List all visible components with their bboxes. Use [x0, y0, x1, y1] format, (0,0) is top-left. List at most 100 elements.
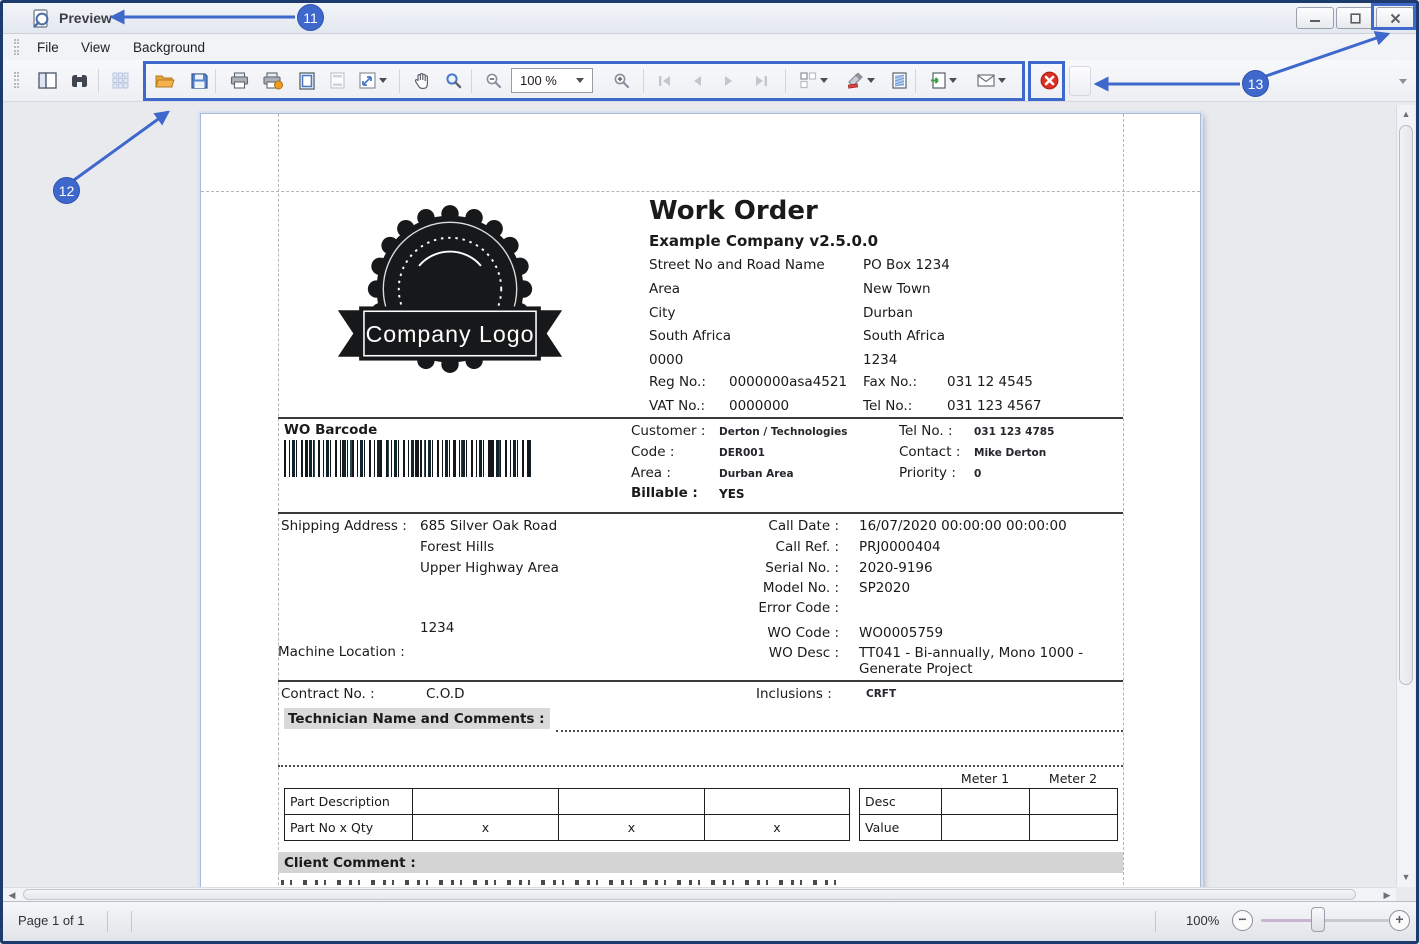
toolbar-overflow-button[interactable]	[1395, 66, 1411, 96]
parts-cell: Part No x Qty	[284, 814, 413, 841]
watermark-button[interactable]	[885, 64, 913, 97]
shipping-line1: 685 Silver Oak Road	[420, 518, 558, 534]
page-setup-button[interactable]	[293, 64, 321, 97]
wo-desc-value2: Generate Project	[859, 661, 973, 677]
menu-view[interactable]: View	[75, 38, 116, 57]
code-label: Code :	[631, 444, 675, 460]
zoom-combo-caret[interactable]	[576, 78, 584, 83]
statusbar-separator	[107, 911, 108, 932]
preview-canvas[interactable]: Company Logo Work Order Example Company …	[3, 102, 1416, 901]
quick-print-button[interactable]	[259, 64, 287, 97]
export-document-button[interactable]	[921, 64, 965, 97]
zoom-out-status-button[interactable]: −	[1232, 910, 1253, 931]
zoom-combobox[interactable]	[511, 68, 593, 93]
email-dropdown-caret[interactable]	[997, 78, 1006, 83]
close-preview-button[interactable]	[1035, 64, 1063, 97]
toolbar-separator	[785, 69, 786, 93]
page-color-caret[interactable]	[866, 78, 875, 83]
scale-button[interactable]	[353, 64, 393, 97]
zoom-in-status-button[interactable]: +	[1389, 910, 1410, 931]
clipped-text-line	[281, 880, 846, 885]
zoom-out-button[interactable]	[479, 64, 507, 97]
contact-label: Contact :	[899, 444, 961, 460]
area-value: Durban Area	[719, 468, 794, 480]
reg-value: 0000000asa4521	[729, 374, 848, 390]
menu-file[interactable]: File	[31, 38, 65, 57]
export-dropdown-caret[interactable]	[948, 78, 957, 83]
doc-company: Example Company v2.5.0.0	[649, 232, 879, 250]
meter-cell	[941, 814, 1030, 841]
company-logo: Company Logo	[334, 202, 566, 378]
left-margin-guide	[278, 114, 279, 890]
horizontal-scroll-thumb[interactable]	[23, 889, 1356, 900]
shipping-line3: Upper Highway Area	[420, 560, 559, 576]
inclusions-label: Inclusions :	[756, 686, 832, 702]
vat-value: 0000000	[729, 398, 790, 414]
toolbar-separator	[399, 69, 400, 93]
zoom-percentage: 100%	[1186, 913, 1220, 928]
contact-value: Mike Derton	[974, 447, 1047, 459]
close-window-button[interactable]	[1376, 7, 1414, 29]
zoom-input[interactable]	[512, 72, 570, 89]
search-button[interactable]	[65, 64, 93, 97]
minimize-button[interactable]	[1296, 7, 1334, 29]
call-date-value: 16/07/2020 00:00:00 00:00:00	[859, 518, 1067, 534]
machine-location-label: Machine Location :	[278, 644, 405, 660]
zoom-slider-thumb[interactable]	[1311, 907, 1325, 932]
annotation-callout-12: 12	[53, 177, 80, 204]
barcode-label: WO Barcode	[284, 422, 378, 438]
serial-value: 2020-9196	[859, 560, 933, 576]
call-ref-label: Call Ref. :	[775, 539, 839, 555]
multiple-pages-button[interactable]	[793, 64, 835, 97]
multiple-pages-caret[interactable]	[820, 78, 828, 83]
document-map-button[interactable]	[33, 64, 61, 97]
page-color-button[interactable]	[839, 64, 881, 97]
menubar-grip[interactable]	[14, 39, 19, 55]
addr-left-3: City	[649, 305, 676, 321]
scroll-left-arrow[interactable]: ◀	[5, 888, 19, 901]
hand-tool-button[interactable]	[407, 64, 435, 97]
open-button[interactable]	[151, 64, 179, 97]
horizontal-scrollbar[interactable]: ◀ ▶	[3, 887, 1396, 901]
parts-cell: Part Description	[284, 788, 413, 815]
model-label: Model No. :	[762, 580, 839, 596]
toolbar-grip[interactable]	[14, 72, 19, 88]
vertical-scroll-thumb[interactable]	[1399, 125, 1413, 685]
next-page-button	[715, 64, 743, 97]
priority-value: 0	[974, 468, 982, 480]
dotted-line-2	[278, 765, 1123, 767]
area-label: Area :	[631, 465, 671, 481]
document-page: Company Logo Work Order Example Company …	[200, 113, 1201, 891]
vat-label: VAT No.:	[649, 398, 706, 414]
save-button[interactable]	[185, 64, 213, 97]
addr-right-2: New Town	[863, 281, 931, 297]
scroll-right-arrow[interactable]: ▶	[1380, 888, 1394, 901]
top-margin-guide	[201, 191, 1200, 192]
scroll-down-arrow[interactable]: ▼	[1399, 870, 1413, 884]
zoom-track-right[interactable]	[1319, 919, 1389, 922]
meter-table: Desc Value	[859, 788, 1118, 841]
menu-background[interactable]: Background	[127, 38, 211, 57]
client-comment-label: Client Comment :	[284, 855, 416, 871]
addr-left-4: South Africa	[649, 328, 732, 344]
zoom-in-button[interactable]	[607, 64, 635, 97]
toolbar-separator	[915, 69, 916, 93]
code-value: DER001	[719, 447, 765, 459]
scroll-up-arrow[interactable]: ▲	[1399, 107, 1413, 121]
divider-2	[278, 512, 1123, 514]
meter-cell	[1029, 788, 1118, 815]
scale-dropdown-caret[interactable]	[379, 78, 387, 83]
vertical-scrollbar[interactable]: ▲ ▼	[1396, 105, 1415, 887]
call-ref-value: PRJ0000404	[859, 539, 941, 555]
title-bar: Preview	[3, 3, 1416, 34]
toolbar-blank-button	[1069, 66, 1091, 96]
print-button[interactable]	[225, 64, 253, 97]
send-email-button[interactable]	[969, 64, 1013, 97]
meter-cell: Value	[859, 814, 942, 841]
previous-page-button	[683, 64, 711, 97]
preview-app-icon	[30, 8, 52, 30]
shipping-line2: Forest Hills	[420, 539, 495, 555]
maximize-button[interactable]	[1336, 7, 1374, 29]
toolbar-separator	[215, 69, 216, 93]
magnifier-button[interactable]	[439, 64, 467, 97]
